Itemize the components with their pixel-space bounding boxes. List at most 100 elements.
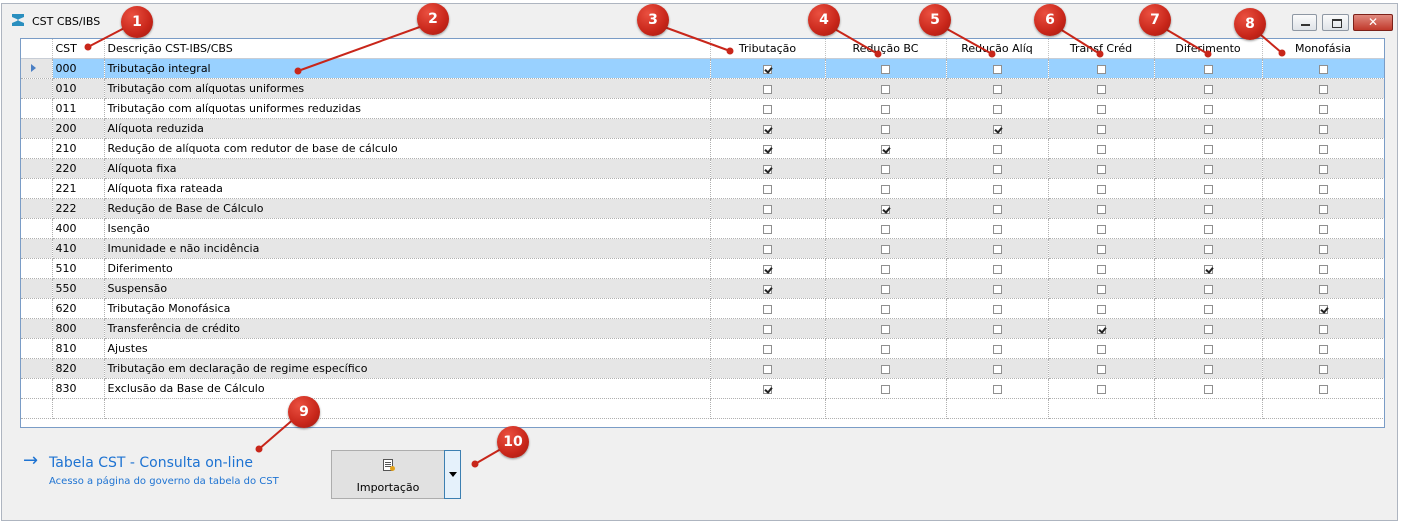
transf-cred-checkbox[interactable]: [1096, 264, 1106, 274]
diferimento-checkbox[interactable]: [1203, 104, 1213, 114]
diferimento-checkbox[interactable]: [1203, 64, 1213, 74]
diferimento-cell[interactable]: [1154, 178, 1263, 199]
monofasia-cell[interactable]: [1262, 258, 1384, 279]
tributacao-cell[interactable]: [710, 278, 826, 299]
reducao-aliq-cell[interactable]: [946, 158, 1049, 179]
reducao-aliq-cell[interactable]: [946, 238, 1049, 259]
monofasia-checkbox[interactable]: [1318, 284, 1328, 294]
cst-cell[interactable]: 010: [52, 78, 105, 99]
reducao-aliq-checkbox[interactable]: [992, 304, 1002, 314]
monofasia-checkbox[interactable]: [1318, 324, 1328, 334]
transf-cred-checkbox[interactable]: [1096, 244, 1106, 254]
reducao-bc-checkbox[interactable]: [881, 204, 890, 214]
transf-cred-cell[interactable]: [1048, 278, 1155, 299]
cst-cell[interactable]: 410: [52, 238, 105, 259]
row-indicator[interactable]: [21, 358, 53, 379]
row-indicator[interactable]: [21, 218, 53, 239]
reducao-aliq-cell[interactable]: [946, 98, 1049, 119]
row-indicator[interactable]: [21, 58, 53, 79]
reducao-bc-cell[interactable]: [825, 258, 947, 279]
reducao-bc-checkbox[interactable]: [881, 124, 890, 134]
descricao-cell[interactable]: Diferimento: [104, 258, 711, 279]
diferimento-cell[interactable]: [1154, 318, 1263, 339]
reducao-bc-cell[interactable]: [825, 78, 947, 99]
tributacao-checkbox[interactable]: [763, 344, 772, 354]
reducao-aliq-checkbox[interactable]: [992, 144, 1002, 154]
reducao-bc-cell[interactable]: [825, 118, 947, 139]
tributacao-cell[interactable]: [710, 178, 826, 199]
monofasia-checkbox[interactable]: [1318, 184, 1328, 194]
reducao-bc-checkbox[interactable]: [881, 384, 890, 394]
tributacao-cell[interactable]: [710, 118, 826, 139]
reducao-bc-checkbox[interactable]: [881, 224, 890, 234]
monofasia-checkbox[interactable]: [1318, 304, 1328, 314]
row-indicator[interactable]: [21, 98, 53, 119]
transf-cred-cell[interactable]: [1048, 318, 1155, 339]
transf-cred-cell[interactable]: [1048, 238, 1155, 259]
cst-cell[interactable]: 800: [52, 318, 105, 339]
reducao-bc-cell[interactable]: [825, 198, 947, 219]
table-row[interactable]: 220 Alíquota fixa: [21, 158, 1384, 179]
tributacao-checkbox[interactable]: [763, 184, 772, 194]
tributacao-cell[interactable]: [710, 258, 826, 279]
column-header-reducao-bc[interactable]: Redução BC: [825, 39, 947, 59]
close-button[interactable]: ✕: [1353, 14, 1393, 31]
reducao-aliq-cell[interactable]: [946, 58, 1049, 79]
cst-cell[interactable]: 200: [52, 118, 105, 139]
monofasia-cell[interactable]: [1262, 178, 1384, 199]
reducao-aliq-cell[interactable]: [946, 318, 1049, 339]
row-indicator[interactable]: [21, 138, 53, 159]
descricao-cell[interactable]: Tributação integral: [104, 58, 711, 79]
monofasia-checkbox[interactable]: [1318, 244, 1328, 254]
diferimento-checkbox[interactable]: [1203, 344, 1213, 354]
reducao-aliq-checkbox[interactable]: [992, 124, 1002, 134]
reducao-bc-cell[interactable]: [825, 218, 947, 239]
table-row[interactable]: 510 Diferimento: [21, 258, 1384, 279]
tributacao-checkbox[interactable]: [763, 284, 772, 294]
monofasia-cell[interactable]: [1262, 278, 1384, 299]
reducao-bc-cell[interactable]: [825, 138, 947, 159]
monofasia-cell[interactable]: [1262, 58, 1384, 79]
transf-cred-checkbox[interactable]: [1096, 344, 1106, 354]
descricao-cell[interactable]: Alíquota fixa rateada: [104, 178, 711, 199]
diferimento-checkbox[interactable]: [1203, 144, 1213, 154]
diferimento-checkbox[interactable]: [1203, 224, 1213, 234]
monofasia-cell[interactable]: [1262, 138, 1384, 159]
monofasia-checkbox[interactable]: [1318, 224, 1328, 234]
descricao-cell[interactable]: Exclusão da Base de Cálculo: [104, 378, 711, 399]
tributacao-cell[interactable]: [710, 78, 826, 99]
diferimento-checkbox[interactable]: [1203, 124, 1213, 134]
reducao-aliq-checkbox[interactable]: [992, 384, 1002, 394]
tributacao-cell[interactable]: [710, 138, 826, 159]
reducao-bc-checkbox[interactable]: [881, 144, 890, 154]
monofasia-checkbox[interactable]: [1318, 384, 1328, 394]
descricao-cell[interactable]: Tributação com alíquotas uniformes: [104, 78, 711, 99]
column-header-reducao-aliq[interactable]: Redução Alíq: [946, 39, 1049, 59]
diferimento-cell[interactable]: [1154, 78, 1263, 99]
diferimento-cell[interactable]: [1154, 258, 1263, 279]
table-row[interactable]: 800 Transferência de crédito: [21, 318, 1384, 339]
reducao-bc-cell[interactable]: [825, 158, 947, 179]
descricao-cell[interactable]: Transferência de crédito: [104, 318, 711, 339]
monofasia-cell[interactable]: [1262, 118, 1384, 139]
diferimento-cell[interactable]: [1154, 218, 1263, 239]
table-row[interactable]: 820 Tributação em declaração de regime es…: [21, 358, 1384, 379]
descricao-cell[interactable]: Tributação Monofásica: [104, 298, 711, 319]
reducao-aliq-checkbox[interactable]: [992, 344, 1002, 354]
descricao-cell[interactable]: Tributação com alíquotas uniformes reduz…: [104, 98, 711, 119]
monofasia-cell[interactable]: [1262, 78, 1384, 99]
transf-cred-checkbox[interactable]: [1096, 124, 1106, 134]
tributacao-checkbox[interactable]: [763, 384, 772, 394]
importacao-button[interactable]: Importação: [331, 450, 445, 499]
diferimento-cell[interactable]: [1154, 298, 1263, 319]
reducao-bc-cell[interactable]: [825, 338, 947, 359]
reducao-bc-cell[interactable]: [825, 318, 947, 339]
reducao-bc-checkbox[interactable]: [881, 64, 890, 74]
table-row[interactable]: 620 Tributação Monofásica: [21, 298, 1384, 319]
reducao-bc-checkbox[interactable]: [881, 104, 890, 114]
table-row[interactable]: 221 Alíquota fixa rateada: [21, 178, 1384, 199]
monofasia-cell[interactable]: [1262, 318, 1384, 339]
row-indicator[interactable]: [21, 118, 53, 139]
monofasia-checkbox[interactable]: [1318, 84, 1328, 94]
diferimento-checkbox[interactable]: [1203, 244, 1213, 254]
